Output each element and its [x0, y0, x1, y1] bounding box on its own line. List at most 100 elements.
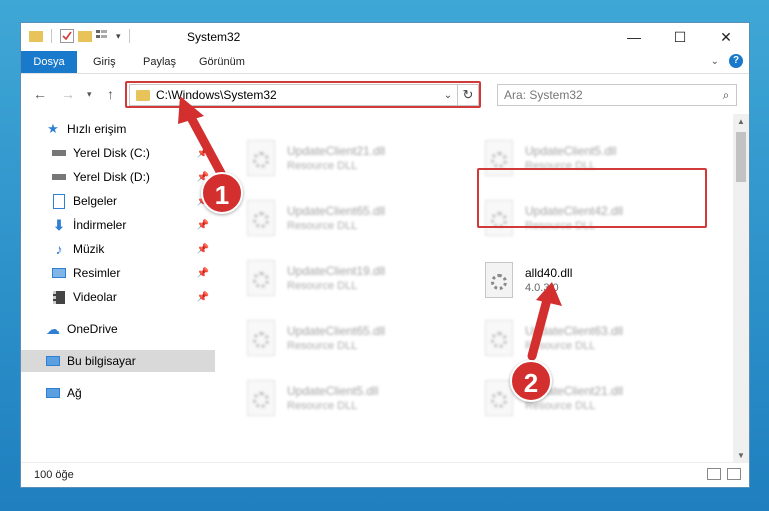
pin-icon[interactable]: 📌: [197, 244, 209, 255]
ribbon-right-controls: ⌄ ?: [711, 54, 743, 68]
dll-file-icon: [481, 262, 517, 306]
download-icon: ⬇: [53, 216, 65, 233]
up-arrow-icon[interactable]: ↑: [107, 86, 114, 102]
scroll-thumb[interactable]: [736, 132, 746, 182]
sidebar-item-this-pc[interactable]: Bu bilgisayar: [21, 350, 215, 372]
details-view-icon[interactable]: [707, 468, 721, 480]
search-box[interactable]: Ara: System32 ⌕: [497, 84, 737, 106]
recent-chevron-icon[interactable]: ▾: [87, 89, 92, 100]
window-title: System32: [187, 30, 241, 44]
sidebar-item-label: Yerel Disk (D:): [73, 170, 150, 184]
drive-icon: [51, 170, 67, 184]
chevron-down-icon[interactable]: ⌄: [439, 90, 457, 101]
sidebar-item-onedrive[interactable]: ☁ OneDrive: [21, 318, 215, 340]
tab-file[interactable]: Dosya: [21, 51, 77, 73]
file-tile[interactable]: UpdateClient5.dll Resource DLL: [243, 380, 453, 430]
tab-view[interactable]: Görünüm: [199, 51, 245, 73]
sidebar-item-label: Müzik: [73, 242, 105, 256]
tab-home[interactable]: Giriş: [93, 51, 116, 73]
chevron-down-icon[interactable]: ▾: [116, 31, 121, 42]
file-description: Resource DLL: [525, 340, 596, 352]
file-name: UpdateClient5.dll: [287, 384, 379, 398]
sidebar-item-label: Belgeler: [73, 194, 118, 208]
help-icon[interactable]: ?: [729, 54, 743, 68]
pin-icon[interactable]: 📌: [197, 292, 209, 303]
file-name: UpdateClient65.dll: [287, 204, 386, 218]
file-description: Resource DLL: [287, 160, 358, 172]
search-icon[interactable]: ⌕: [716, 88, 736, 103]
sidebar-item-label: Videolar: [73, 290, 117, 304]
sidebar-item-label: Resimler: [73, 266, 121, 280]
documents-icon: [51, 193, 67, 209]
navigation-bar: ← → ▾ ↑ C:\Windows\System32 ⌄ ↻ Ara: Sys…: [21, 74, 749, 114]
dll-file-icon: [243, 260, 279, 304]
sidebar-item-local-disk-c[interactable]: Yerel Disk (C:) 📌: [21, 142, 215, 164]
properties-icon[interactable]: [60, 29, 74, 43]
tab-share[interactable]: Paylaş: [143, 51, 176, 73]
file-tile[interactable]: UpdateClient63.dll Resource DLL: [481, 320, 691, 370]
pictures-icon: [51, 266, 67, 280]
pin-icon[interactable]: 📌: [197, 268, 209, 279]
file-tile[interactable]: UpdateClient65.dll Resource DLL: [243, 200, 453, 250]
sidebar-item-network[interactable]: Ağ: [21, 382, 215, 404]
status-bar: 100 öğe: [21, 462, 749, 487]
title-bar: ▾ System32 — ☐ ✕: [21, 23, 749, 51]
sidebar-item-local-disk-d[interactable]: Yerel Disk (D:) 📌: [21, 166, 215, 188]
file-description: Resource DLL: [287, 400, 358, 412]
search-input[interactable]: Ara: System32: [504, 88, 716, 102]
vertical-scrollbar[interactable]: ▲ ▼: [733, 114, 749, 464]
close-button[interactable]: ✕: [703, 23, 749, 51]
sidebar-item-label: Yerel Disk (C:): [73, 146, 150, 160]
address-path[interactable]: C:\Windows\System32: [156, 88, 439, 102]
folder-icon: [136, 89, 150, 101]
refresh-icon[interactable]: ↻: [457, 85, 478, 105]
new-folder-icon[interactable]: [78, 30, 92, 42]
file-name: UpdateClient63.dll: [525, 324, 624, 338]
video-icon: [51, 290, 67, 304]
file-description: Resource DLL: [287, 220, 358, 232]
sidebar-item-label: OneDrive: [67, 322, 118, 336]
file-tile[interactable]: UpdateClient19.dll Resource DLL: [243, 260, 453, 310]
file-version: 4.0.3.0: [525, 282, 559, 294]
file-name: UpdateClient5.dll: [525, 144, 617, 158]
file-name: UpdateClient21.dll: [287, 144, 386, 158]
maximize-button[interactable]: ☐: [657, 23, 703, 51]
music-icon: ♪: [55, 241, 63, 257]
sidebar-item-quick-access[interactable]: ★ Hızlı erişim: [21, 118, 215, 140]
separator: [51, 29, 52, 43]
sidebar-item-pictures[interactable]: Resimler 📌: [21, 262, 215, 284]
dll-file-icon: [243, 140, 279, 184]
sidebar-item-music[interactable]: ♪ Müzik 📌: [21, 238, 215, 260]
file-description: Resource DLL: [287, 280, 358, 292]
pin-icon[interactable]: 📌: [197, 148, 209, 159]
file-tile[interactable]: UpdateClient65.dll Resource DLL: [243, 320, 453, 370]
chevron-down-icon[interactable]: ⌄: [711, 56, 719, 67]
navigation-pane: ★ Hızlı erişim Yerel Disk (C:) 📌 Yerel D…: [21, 114, 215, 464]
network-icon: [45, 386, 61, 400]
computer-icon: [45, 354, 61, 368]
back-arrow-icon[interactable]: ←: [33, 86, 47, 102]
sidebar-item-label: Ağ: [67, 386, 82, 400]
pin-icon[interactable]: 📌: [197, 220, 209, 231]
file-tile[interactable]: UpdateClient21.dll Resource DLL: [243, 140, 453, 190]
large-icons-view-icon[interactable]: [727, 468, 741, 480]
step-two-badge: 2: [510, 360, 552, 402]
minimize-button[interactable]: —: [611, 23, 657, 51]
scroll-up-icon[interactable]: ▲: [733, 114, 749, 130]
sidebar-item-videos[interactable]: Videolar 📌: [21, 286, 215, 308]
file-name: UpdateClient19.dll: [287, 264, 386, 278]
view-options-icon[interactable]: [96, 29, 112, 43]
sidebar-item-downloads[interactable]: ⬇ İndirmeler 📌: [21, 214, 215, 236]
file-description: Resource DLL: [287, 340, 358, 352]
ribbon-tabs: Dosya Giriş Paylaş Görünüm ⌄ ?: [21, 51, 749, 74]
sidebar-item-documents[interactable]: Belgeler 📌: [21, 190, 215, 212]
forward-arrow-icon[interactable]: →: [61, 86, 75, 102]
dll-file-icon: [243, 380, 279, 424]
file-tile-alld40[interactable]: alld40.dll 4.0.3.0: [481, 262, 691, 312]
explorer-window: ▾ System32 — ☐ ✕ Dosya Giriş Paylaş Görü…: [20, 22, 750, 488]
quick-access-toolbar: ▾: [29, 29, 134, 43]
separator: [128, 29, 130, 43]
dll-file-icon: [481, 320, 517, 364]
address-bar[interactable]: C:\Windows\System32 ⌄ ↻: [129, 84, 479, 106]
file-highlight-box: [477, 168, 707, 228]
